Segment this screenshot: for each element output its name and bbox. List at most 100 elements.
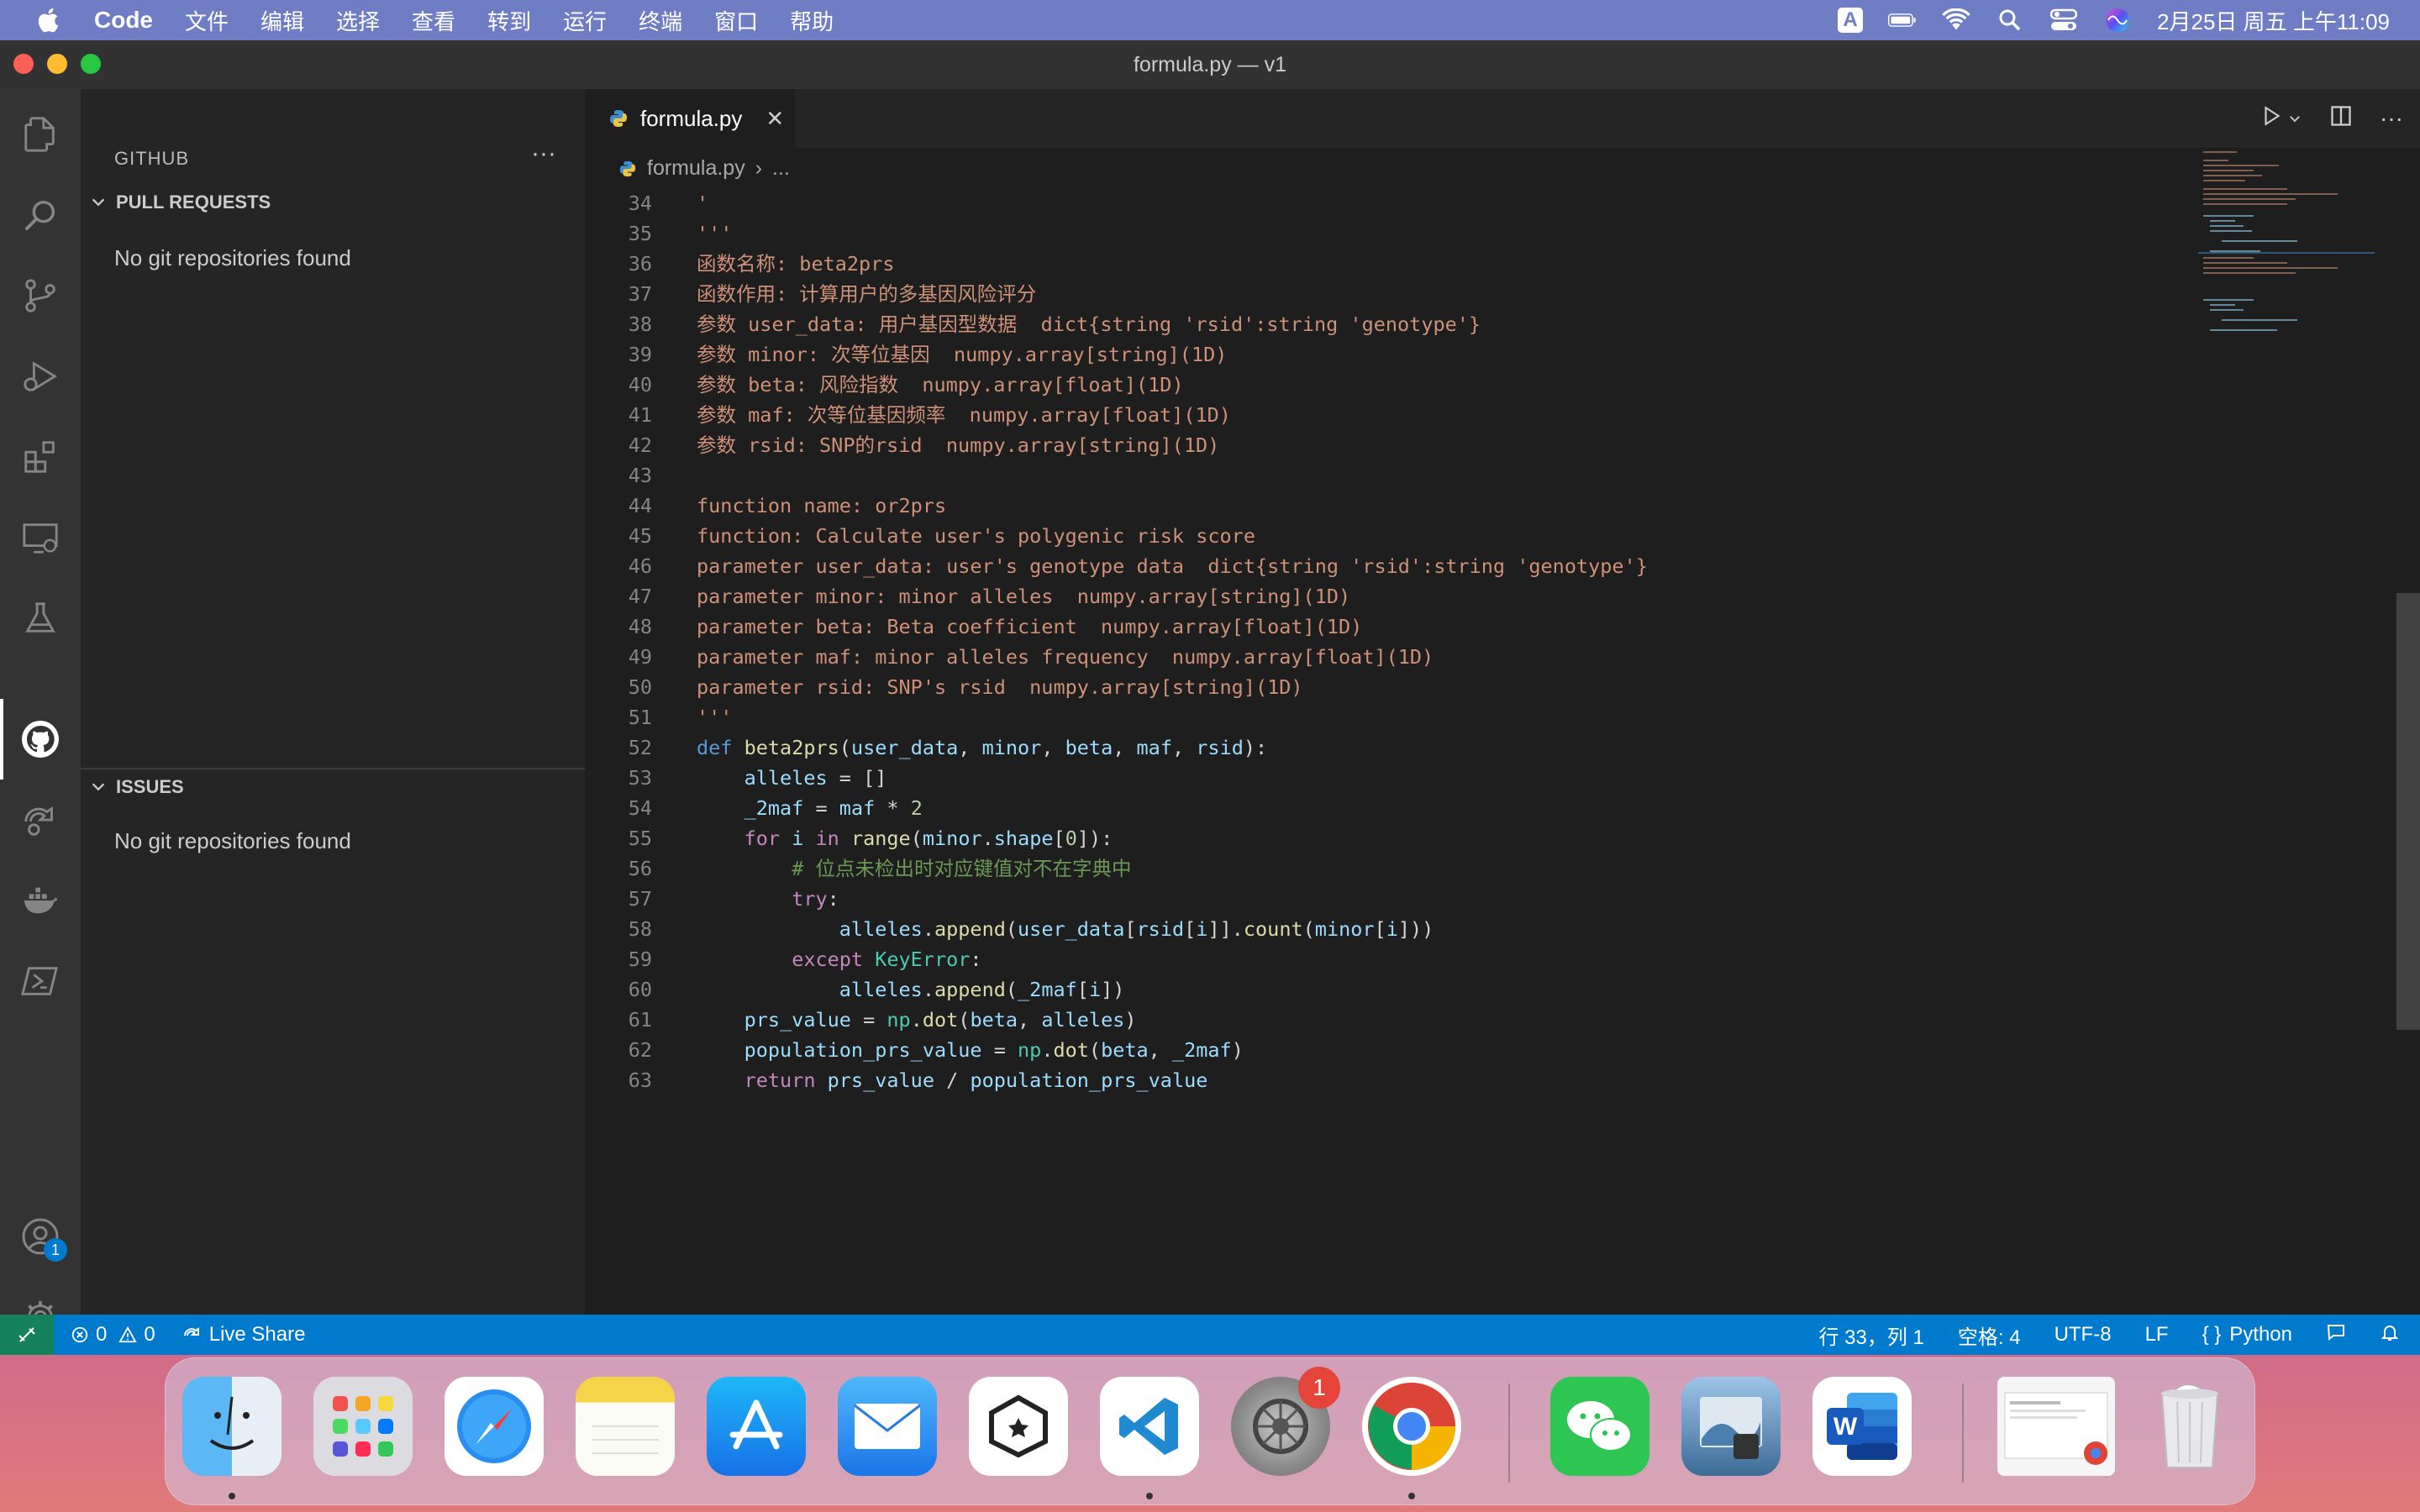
- minimap[interactable]: [2198, 148, 2375, 484]
- code-line[interactable]: 45 function: Calculate user's polygenic r…: [585, 521, 2349, 551]
- code-line[interactable]: 38 参数 user_data: 用户基因型数据 dict{string 'rsi…: [585, 309, 2349, 339]
- close-window-button[interactable]: [13, 54, 34, 74]
- issues-section-header[interactable]: ISSUES: [89, 776, 184, 798]
- system-preferences-icon[interactable]: 1: [1231, 1367, 1340, 1476]
- code-line[interactable]: 49 parameter maf: minor alleles frequency…: [585, 642, 2349, 672]
- code-line[interactable]: 42 参数 rsid: SNP的rsid numpy.array[string](…: [585, 430, 2349, 460]
- remote-explorer-icon[interactable]: [20, 517, 60, 558]
- run-debug-icon[interactable]: [20, 356, 60, 396]
- code-line[interactable]: 40 参数 beta: 风险指数 numpy.array[float](1D): [585, 370, 2349, 400]
- search-icon[interactable]: [20, 195, 60, 235]
- menu-view[interactable]: 查看: [412, 5, 455, 36]
- problems-indicator[interactable]: 0 0: [71, 1323, 155, 1347]
- run-python-file-icon[interactable]: [2260, 105, 2282, 133]
- code-line[interactable]: 36 函数名称: beta2prs: [585, 249, 2349, 279]
- code-line[interactable]: 37 函数作用: 计算用户的多基因风险评分: [585, 279, 2349, 309]
- code-line[interactable]: 52 def beta2prs(user_data, minor, beta, m…: [585, 732, 2349, 763]
- feedback-icon[interactable]: [2326, 1322, 2346, 1348]
- code-line[interactable]: 54 _2maf = maf * 2: [585, 793, 2349, 823]
- preview-icon[interactable]: [1681, 1377, 1781, 1476]
- code-line[interactable]: 50 parameter rsid: SNP's rsid numpy.array…: [585, 672, 2349, 702]
- section-divider[interactable]: [81, 768, 585, 769]
- app-store-icon[interactable]: [707, 1377, 806, 1476]
- code-line[interactable]: 35 ''': [585, 218, 2349, 249]
- explorer-icon[interactable]: [20, 114, 60, 155]
- language-mode[interactable]: { } Python: [2202, 1323, 2292, 1347]
- breadcrumb-symbol[interactable]: ...: [772, 156, 790, 181]
- code-line[interactable]: 61 prs_value = np.dot(beta, alleles): [585, 1005, 2349, 1035]
- source-control-icon[interactable]: [20, 276, 60, 316]
- menu-go[interactable]: 转到: [487, 5, 531, 36]
- code-line[interactable]: 53 alleles = []: [585, 763, 2349, 793]
- code-editor[interactable]: 34 ' 35 ''' 36 函数名称: beta2prs 37 函数作用: 计算用户的多基因…: [585, 188, 2349, 1095]
- code-line[interactable]: 41 参数 maf: 次等位基因频率 numpy.array[float](1D): [585, 400, 2349, 430]
- safari-icon[interactable]: [445, 1377, 544, 1476]
- wifi-icon[interactable]: [1942, 6, 1970, 34]
- menu-terminal[interactable]: 终端: [639, 5, 682, 36]
- code-line[interactable]: 51 ''': [585, 702, 2349, 732]
- encoding[interactable]: UTF-8: [2054, 1323, 2112, 1347]
- code-line[interactable]: 48 parameter beta: Beta coefficient numpy…: [585, 612, 2349, 642]
- editor-more-actions-icon[interactable]: ···: [2380, 105, 2403, 132]
- menu-selection[interactable]: 选择: [336, 5, 380, 36]
- word-icon[interactable]: W: [1812, 1377, 1912, 1476]
- code-line[interactable]: 43: [585, 460, 2349, 491]
- code-line[interactable]: 56 # 位点未检出时对应键值对不在字典中: [585, 853, 2349, 884]
- finder-icon[interactable]: [182, 1377, 281, 1476]
- menu-window[interactable]: 窗口: [714, 5, 758, 36]
- codesandbox-icon[interactable]: [969, 1377, 1068, 1476]
- trash-icon[interactable]: [2140, 1377, 2239, 1476]
- code-line[interactable]: 44 function name: or2prs: [585, 491, 2349, 521]
- code-line[interactable]: 34 ': [585, 188, 2349, 218]
- editor-scrollbar[interactable]: [2396, 593, 2420, 1030]
- code-line[interactable]: 60 alleles.append(_2maf[i]): [585, 974, 2349, 1005]
- code-line[interactable]: 63 return prs_value / population_prs_val…: [585, 1065, 2349, 1095]
- indentation[interactable]: 空格: 4: [1958, 1320, 2021, 1350]
- battery-icon[interactable]: [1888, 6, 1917, 34]
- menu-run[interactable]: 运行: [563, 5, 607, 36]
- notes-icon[interactable]: [576, 1377, 675, 1476]
- launchpad-icon[interactable]: [313, 1377, 413, 1476]
- menu-edit[interactable]: 编辑: [260, 5, 304, 36]
- live-share-button[interactable]: Live Share: [182, 1323, 305, 1347]
- mail-icon[interactable]: [838, 1377, 937, 1476]
- live-share-icon[interactable]: [20, 800, 60, 840]
- menu-app-name[interactable]: Code: [94, 7, 153, 34]
- menubar-datetime[interactable]: 2月25日 周五 上午11:09: [2157, 5, 2390, 36]
- code-line[interactable]: 62 population_prs_value = np.dot(beta, _…: [585, 1035, 2349, 1065]
- spotlight-search-icon[interactable]: [1996, 6, 2024, 34]
- input-source-icon[interactable]: A: [1838, 8, 1864, 33]
- apple-icon[interactable]: [35, 6, 64, 34]
- testing-icon[interactable]: [20, 598, 60, 638]
- code-line[interactable]: 47 parameter minor: minor alleles numpy.a…: [585, 581, 2349, 612]
- maximize-window-button[interactable]: [81, 54, 101, 74]
- code-line[interactable]: 57 try:: [585, 884, 2349, 914]
- accounts-icon[interactable]: 1: [20, 1216, 67, 1262]
- run-dropdown-chevron-icon[interactable]: [2287, 105, 2302, 132]
- close-tab-icon[interactable]: ✕: [765, 106, 784, 132]
- docker-icon[interactable]: [20, 880, 60, 921]
- end-of-line[interactable]: LF: [2145, 1323, 2169, 1347]
- breadcrumb-file[interactable]: formula.py: [647, 156, 745, 181]
- code-line[interactable]: 46 parameter user_data: user's genotype d…: [585, 551, 2349, 581]
- siri-icon[interactable]: [2103, 6, 2132, 34]
- split-editor-icon[interactable]: [2329, 104, 2353, 134]
- code-line[interactable]: 55 for i in range(minor.shape[0]):: [585, 823, 2349, 853]
- notifications-bell-icon[interactable]: [2380, 1322, 2400, 1348]
- extensions-icon[interactable]: [20, 437, 60, 477]
- control-center-icon[interactable]: [2049, 6, 2078, 34]
- minimized-chrome-window-thumbnail[interactable]: [1997, 1377, 2115, 1476]
- menu-file[interactable]: 文件: [185, 5, 229, 36]
- powershell-icon[interactable]: [20, 961, 60, 1001]
- cursor-position[interactable]: 行 33，列 1: [1818, 1320, 1923, 1350]
- more-actions-icon[interactable]: ···: [531, 139, 556, 168]
- github-icon[interactable]: [20, 719, 60, 759]
- code-line[interactable]: 39 参数 minor: 次等位基因 numpy.array[string](1D…: [585, 339, 2349, 370]
- pull-requests-section-header[interactable]: PULL REQUESTS: [89, 192, 271, 213]
- menu-help[interactable]: 帮助: [790, 5, 834, 36]
- code-line[interactable]: 58 alleles.append(user_data[rsid[i]].cou…: [585, 914, 2349, 944]
- code-line[interactable]: 59 except KeyError:: [585, 944, 2349, 974]
- remote-indicator-icon[interactable]: [0, 1315, 54, 1355]
- minimize-window-button[interactable]: [47, 54, 67, 74]
- tab-formula-py[interactable]: formula.py ✕: [585, 89, 795, 148]
